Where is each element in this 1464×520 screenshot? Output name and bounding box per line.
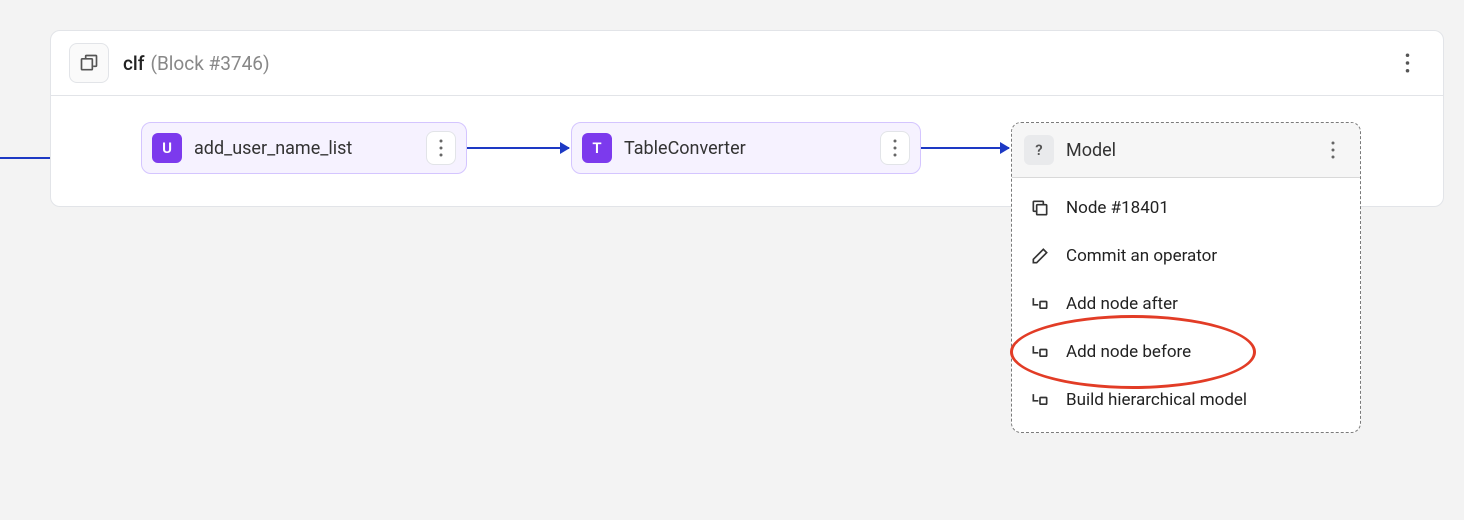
pipeline-node-table-converter[interactable]: T TableConverter [571, 122, 921, 174]
stack-icon [79, 53, 99, 73]
node-more-button[interactable] [880, 131, 910, 165]
block-header: clf (Block #3746) [51, 31, 1443, 96]
menu-item-commit-operator[interactable]: Commit an operator [1012, 232, 1360, 280]
pipeline-node-model-dropdown: ? Model Node #18401 [1011, 122, 1361, 433]
block-title: clf [123, 52, 144, 75]
menu-item-add-node-after[interactable]: Add node after [1012, 280, 1360, 328]
menu-item-add-node-before[interactable]: Add node before [1012, 328, 1360, 376]
node-type-badge: T [582, 133, 612, 163]
menu-item-node-id[interactable]: Node #18401 [1012, 184, 1360, 232]
more-vertical-icon [1405, 53, 1410, 73]
dropdown-header[interactable]: ? Model [1012, 123, 1360, 178]
block-panel: clf (Block #3746) U add_user_name_list T… [50, 30, 1444, 207]
menu-item-label: Add node after [1066, 294, 1178, 314]
node-type-badge: U [152, 133, 182, 163]
node-more-button[interactable] [426, 131, 456, 165]
more-vertical-icon [1331, 141, 1335, 159]
block-subtitle: (Block #3746) [150, 52, 269, 75]
block-more-button[interactable] [1389, 45, 1425, 81]
block-body: U add_user_name_list T TableConverter ? [51, 96, 1443, 206]
node-label: TableConverter [624, 138, 880, 159]
node-label: add_user_name_list [194, 138, 426, 159]
context-menu: Node #18401 Commit an operator Add node … [1012, 178, 1360, 432]
more-vertical-icon [893, 139, 897, 157]
menu-item-build-hierarchical[interactable]: Build hierarchical model [1012, 376, 1360, 424]
menu-item-label: Build hierarchical model [1066, 390, 1247, 410]
menu-item-label: Add node before [1066, 342, 1191, 362]
node-label: Model [1066, 140, 1318, 161]
pipeline-edge [467, 147, 569, 149]
menu-item-label: Node #18401 [1066, 198, 1169, 218]
edit-icon [1030, 246, 1050, 266]
block-icon [69, 43, 109, 83]
node-type-badge: ? [1024, 135, 1054, 165]
insert-icon [1030, 342, 1050, 362]
copy-icon [1030, 198, 1050, 218]
more-vertical-icon [439, 139, 443, 157]
insert-icon [1030, 294, 1050, 314]
pipeline-edge [921, 147, 1009, 149]
insert-icon [1030, 390, 1050, 410]
menu-item-label: Commit an operator [1066, 246, 1217, 266]
pipeline-node-add-user-name-list[interactable]: U add_user_name_list [141, 122, 467, 174]
node-more-button[interactable] [1318, 133, 1348, 167]
